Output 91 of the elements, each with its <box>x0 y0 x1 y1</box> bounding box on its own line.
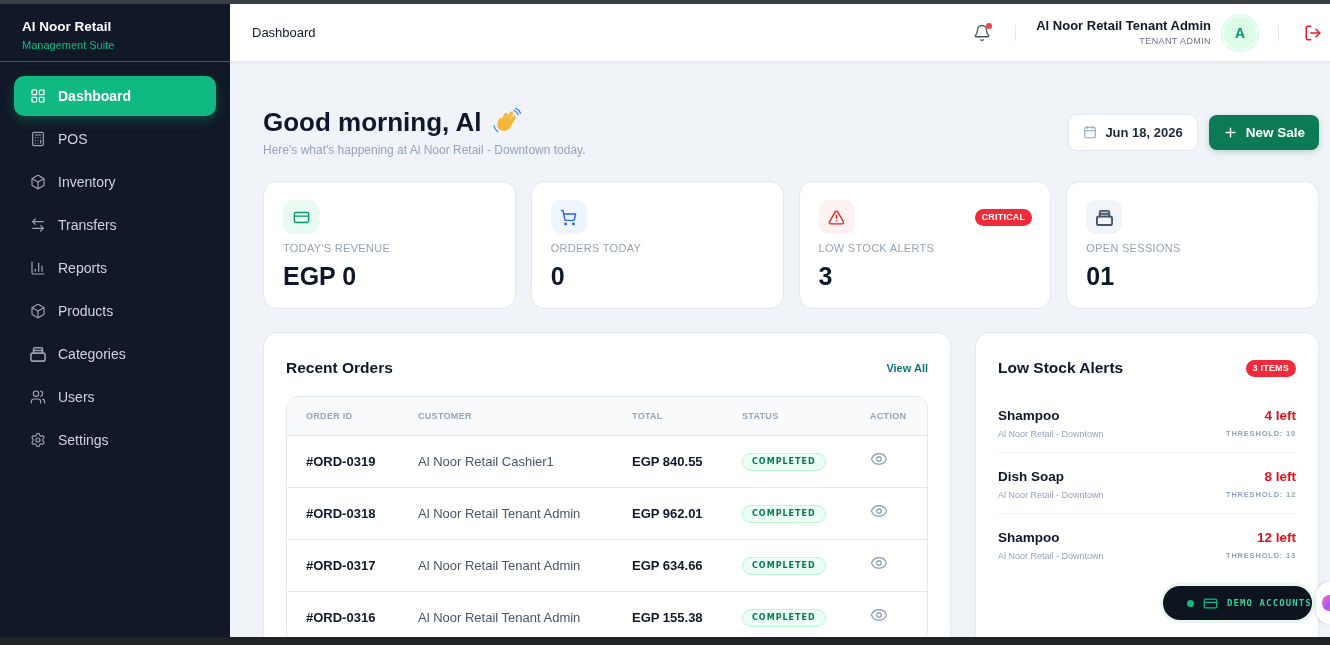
sidebar-item[interactable]: Settings <box>14 420 216 460</box>
sidebar-item[interactable]: Users <box>14 377 216 417</box>
customer-name: Al Noor Retail Tenant Admin <box>418 558 582 573</box>
stat-value: 0 <box>550 262 566 290</box>
column-header: ORDER ID <box>306 411 354 421</box>
stock-remaining: 8 left <box>1264 468 1296 486</box>
item-count-tag: 3 ITEMS <box>1245 359 1296 377</box>
plus-icon <box>1222 124 1238 140</box>
user-name: Al Noor Retail Tenant Admin <box>1036 18 1211 34</box>
stat-label: ORDERS TODAY <box>550 241 643 255</box>
status-tag: COMPLETED <box>742 556 826 575</box>
status-dot-icon <box>1187 599 1194 607</box>
status-tag: COMPLETED <box>742 608 826 627</box>
view-order-button[interactable] <box>870 450 888 468</box>
tray-icon <box>1086 200 1123 234</box>
cart-icon <box>550 200 587 234</box>
eye-icon <box>870 450 888 468</box>
product-name: Shampoo <box>998 529 1060 547</box>
order-id: #ORD-0318 <box>306 506 377 521</box>
eye-icon <box>870 606 888 624</box>
calendar-icon <box>1083 125 1098 139</box>
order-total: EGP 962.01 <box>632 506 704 521</box>
critical-tag: CRITICAL <box>974 209 1033 226</box>
product-name: Dish Soap <box>998 468 1064 486</box>
eye-icon <box>870 554 888 572</box>
stat-value: 01 <box>1086 262 1116 290</box>
stat-label: TODAY'S REVENUE <box>283 241 392 255</box>
order-id: #ORD-0316 <box>306 610 377 625</box>
page-title: Dashboard <box>252 25 316 40</box>
card-icon <box>1203 595 1218 611</box>
customer-name: Al Noor Retail Tenant Admin <box>418 610 582 625</box>
stat-label: OPEN SESSIONS <box>1086 241 1182 255</box>
eye-icon <box>870 502 888 520</box>
bar-chart-icon <box>30 260 46 276</box>
calculator-icon <box>30 131 46 147</box>
stat-label: LOW STOCK ALERTS <box>818 241 936 255</box>
sidebar-item[interactable]: Transfers <box>14 205 216 245</box>
cube-icon <box>30 174 46 190</box>
column-header: STATUS <box>742 411 780 421</box>
sidebar-item[interactable]: POS <box>14 119 216 159</box>
sidebar-item[interactable]: Categories <box>14 334 216 374</box>
date-button[interactable]: Jun 18, 2026 <box>1068 113 1198 151</box>
sidebar-item[interactable]: Reports <box>14 248 216 288</box>
store-location: Al Noor Retail - Downtown <box>998 489 1104 501</box>
credit-card-icon <box>283 200 319 234</box>
view-all-link[interactable]: View All <box>886 362 928 374</box>
brand-name: Al Noor Retail <box>22 19 113 34</box>
view-order-button[interactable] <box>870 554 888 572</box>
sidebar-item[interactable]: Inventory <box>14 162 216 202</box>
status-tag: COMPLETED <box>742 452 826 471</box>
new-sale-button[interactable]: New Sale <box>1208 114 1319 150</box>
status-tag: COMPLETED <box>742 504 826 523</box>
stock-remaining: 12 left <box>1256 529 1296 547</box>
arrows-icon <box>30 217 46 233</box>
card-title: Recent Orders <box>286 359 393 377</box>
customer-name: Al Noor Retail Cashier1 <box>418 454 555 469</box>
card-title: Low Stock Alerts <box>998 359 1124 377</box>
column-header: CUSTOMER <box>418 411 473 421</box>
cube-icon <box>30 303 46 319</box>
warning-icon <box>818 200 855 234</box>
order-total: EGP 155.38 <box>632 610 704 625</box>
demo-accounts-button[interactable]: DEMO ACCOUNTS <box>1160 583 1315 623</box>
bell-icon <box>973 23 992 42</box>
view-order-button[interactable] <box>870 606 888 624</box>
grid-icon <box>30 88 46 104</box>
order-id: #ORD-0319 <box>306 454 377 469</box>
user-role: TENANT ADMIN <box>1139 36 1211 47</box>
stock-remaining: 4 left <box>1264 407 1296 425</box>
tray-icon <box>30 346 46 362</box>
sidebar-item[interactable]: Products <box>14 291 216 331</box>
product-name: Shampoo <box>998 407 1060 425</box>
order-id: #ORD-0317 <box>306 558 377 573</box>
store-location: Al Noor Retail - Downtown <box>998 550 1104 562</box>
order-total: EGP 840.55 <box>632 454 704 469</box>
stat-value: EGP 0 <box>283 262 358 290</box>
order-total: EGP 634.66 <box>632 558 704 573</box>
store-location: Al Noor Retail - Downtown <box>998 428 1104 440</box>
floating-button[interactable] <box>1316 582 1330 624</box>
column-header: TOTAL <box>632 411 664 421</box>
logout-icon <box>1304 23 1322 42</box>
brand-tagline: Management Suite <box>22 39 116 52</box>
customer-name: Al Noor Retail Tenant Admin <box>418 506 582 521</box>
notification-button[interactable] <box>973 23 992 42</box>
view-order-button[interactable] <box>870 502 888 520</box>
column-header: ACTION <box>870 411 908 421</box>
users-icon <box>30 389 46 405</box>
settings-icon <box>30 432 46 448</box>
greeting-subtitle: Here's what's happening at Al Noor Retail - Downtown today. <box>263 142 586 158</box>
logout-button[interactable] <box>1304 23 1322 42</box>
stat-value: 3 <box>818 262 834 290</box>
greeting-title: Good morning, Al <box>263 106 482 138</box>
